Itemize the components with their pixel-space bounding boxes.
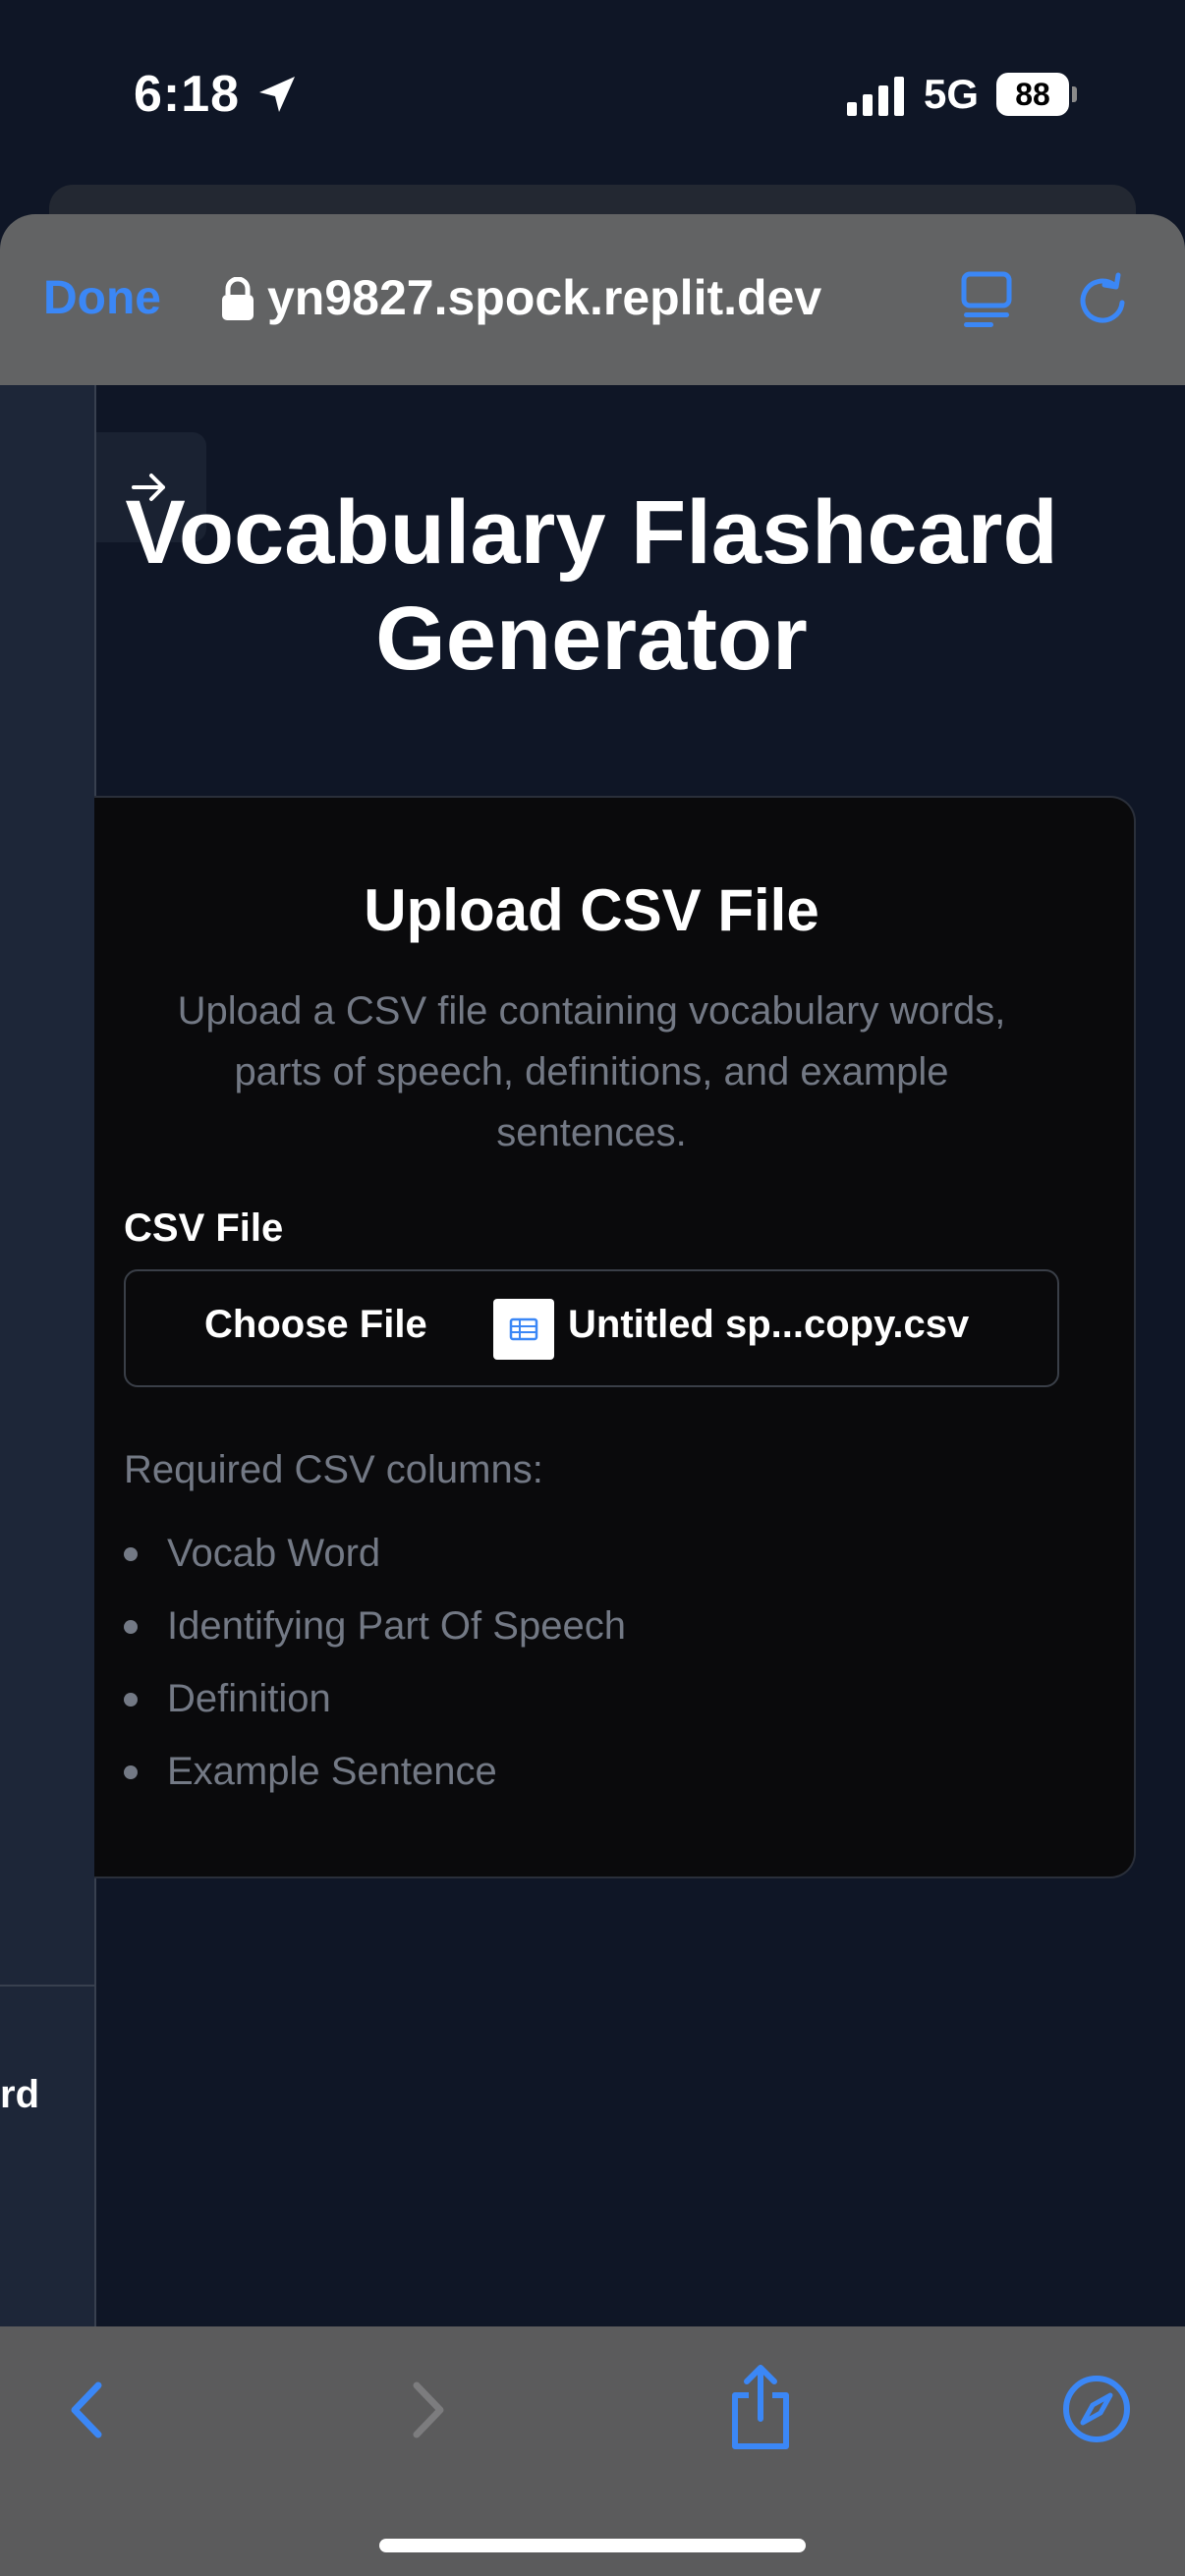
cellular-signal-icon	[847, 77, 904, 116]
card-description: Upload a CSV file containing vocabulary …	[177, 989, 1006, 1154]
back-icon[interactable]	[65, 2378, 108, 2442]
selected-file-name: Untitled sp...copy.csv	[568, 1303, 970, 1346]
url-field[interactable]: yn9827.spock.replit.dev	[267, 269, 916, 326]
spreadsheet-file-icon	[493, 1299, 554, 1360]
choose-file-button[interactable]: Choose File	[204, 1303, 427, 1347]
column-name: Example Sentence	[167, 1750, 497, 1793]
done-button[interactable]: Done	[43, 271, 161, 325]
compass-icon[interactable]	[1061, 2374, 1132, 2444]
battery-level: 88	[1015, 77, 1050, 112]
status-time: 6:18	[134, 66, 241, 123]
list-item: Vocab Word	[124, 1521, 1008, 1594]
card-title: Upload CSV File	[364, 877, 819, 943]
lock-icon	[222, 277, 254, 320]
battery-icon: 88	[996, 73, 1077, 116]
forward-icon[interactable]	[407, 2378, 450, 2442]
required-columns-heading: Required CSV columns:	[124, 1448, 543, 1491]
home-indicator	[379, 2539, 806, 2552]
location-arrow-icon	[259, 77, 295, 112]
required-columns-list: Vocab Word Identifying Part Of Speech De…	[124, 1521, 1008, 1812]
sidebar-item-label[interactable]: rd	[0, 2073, 39, 2117]
network-type: 5G	[924, 71, 980, 117]
list-item: Identifying Part Of Speech	[124, 1594, 1008, 1666]
share-icon[interactable]	[725, 2362, 796, 2452]
column-name: Identifying Part Of Speech	[167, 1604, 626, 1648]
csv-file-label: CSV File	[124, 1206, 284, 1250]
page-menu-icon[interactable]	[959, 271, 1014, 328]
column-name: Definition	[167, 1677, 331, 1720]
list-item: Example Sentence	[124, 1739, 1008, 1812]
reload-icon[interactable]	[1075, 271, 1134, 330]
list-item: Definition	[124, 1666, 1008, 1739]
sidebar	[0, 385, 96, 2326]
column-name: Vocab Word	[167, 1532, 381, 1575]
page-title: Vocabulary Flashcard Generator	[125, 482, 1058, 689]
sidebar-divider	[0, 1985, 94, 1987]
